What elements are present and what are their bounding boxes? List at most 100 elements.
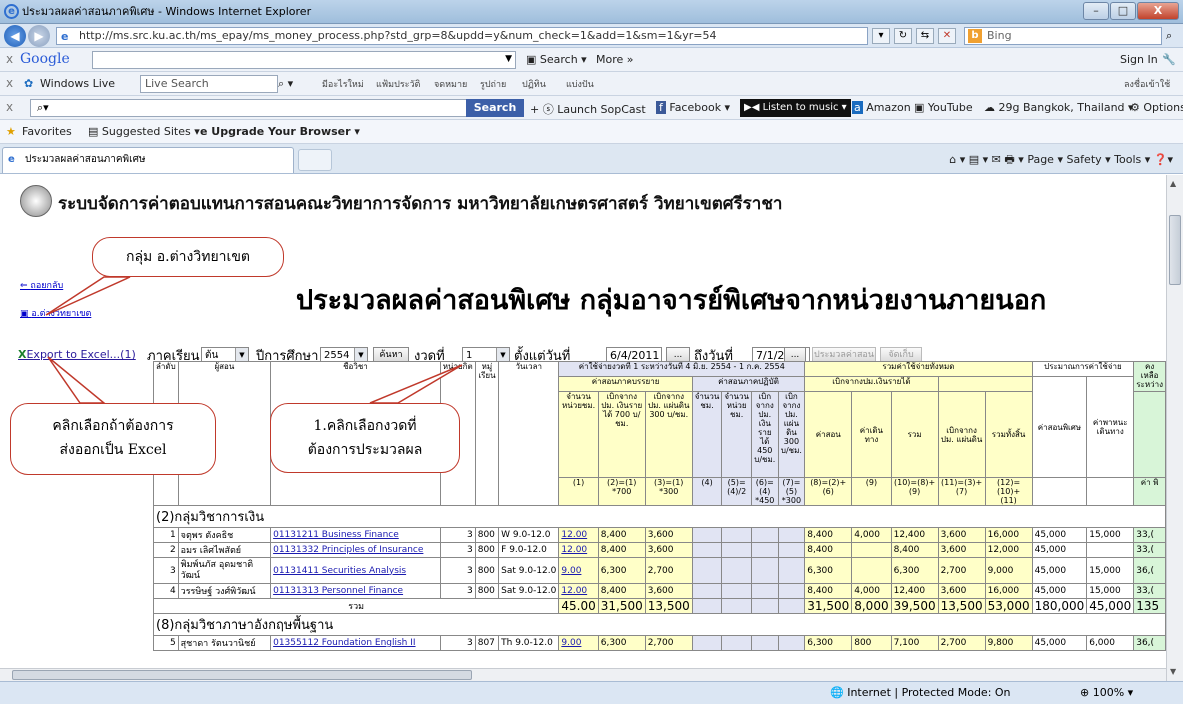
close-toolbar-icon[interactable]: x: [6, 52, 13, 66]
cell-empty: [750, 635, 779, 651]
favorites-button[interactable]: Favorites: [22, 125, 72, 138]
course-link[interactable]: 01131332 Principles of Insurance: [270, 542, 441, 558]
vertical-scrollbar[interactable]: ▲ ▼: [1166, 175, 1183, 681]
back-button[interactable]: ◀: [4, 25, 26, 47]
hours-link[interactable]: 12.00: [558, 583, 599, 599]
course-link[interactable]: 01131411 Securities Analysis: [270, 557, 441, 584]
formula-7: (7)=(5) *300: [777, 477, 806, 506]
live-signin-button[interactable]: ลงชื่อเข้าใช้: [1124, 77, 1170, 91]
google-search-input[interactable]: ▼: [92, 51, 516, 69]
course-link[interactable]: 01355112 Foundation English II: [270, 635, 441, 651]
cell-land: 3,600: [644, 583, 693, 599]
cell-empty: [750, 583, 779, 599]
zoom-control[interactable]: ⊕ 100% ▾: [1080, 682, 1133, 704]
compat-view-icon[interactable]: ▾: [872, 28, 890, 44]
close-toolbar-icon[interactable]: x: [6, 76, 13, 90]
google-toolbar: x Google ▼ ▣ Search ▾ More » Sign In 🔧: [0, 48, 1183, 72]
facebook-link[interactable]: f Facebook ▾: [656, 101, 730, 114]
url-input[interactable]: e http://ms.src.ku.ac.th/ms_epay/ms_money…: [56, 27, 868, 45]
google-search-button[interactable]: ▣ Search ▾: [526, 53, 587, 66]
course-link[interactable]: 01131313 Personnel Finance: [270, 583, 441, 599]
col-header-time: วันเวลา: [498, 361, 560, 506]
maximize-button[interactable]: □: [1110, 2, 1136, 20]
col-header-c14: ค่าพาหนะเดินทาง: [1086, 376, 1135, 478]
formula-15: ค่า พิ: [1133, 477, 1166, 506]
forward-button[interactable]: ▶: [28, 25, 50, 47]
search-button-label: ค้นหา: [379, 350, 403, 360]
scroll-down-icon[interactable]: ▼: [1170, 667, 1176, 676]
cell-est2: 15,000: [1086, 527, 1135, 543]
page-content: ระบบจัดการค่าตอบแทนการสอนคณะวิทยาการจัดก…: [0, 175, 1166, 681]
cell-teach: 8,400: [804, 542, 853, 558]
stop-icon[interactable]: ✕: [938, 28, 956, 44]
cell-travel: [851, 557, 892, 584]
scroll-up-icon[interactable]: ▲: [1170, 179, 1176, 188]
ask-search-button[interactable]: Search: [466, 99, 524, 117]
cell-travel: 4,000: [851, 527, 892, 543]
col-header-c15: [1133, 391, 1166, 478]
live-link[interactable]: มีอะไรใหม่: [322, 77, 364, 91]
semester-value: ต้น: [205, 350, 219, 361]
new-tab-button[interactable]: [298, 149, 332, 171]
cell-land: 2,700: [644, 635, 693, 651]
course-link[interactable]: 01131211 Business Finance: [270, 527, 441, 543]
live-search-input[interactable]: Live Search: [140, 75, 278, 93]
table-row: 3 พิมพ์นภัส อุดมชาติวัฒน์ 01131411 Secur…: [153, 557, 1166, 584]
group-link[interactable]: ▣ อ.ต่างวิทยาเขต: [20, 306, 91, 320]
sign-in-button[interactable]: Sign In: [1120, 53, 1158, 66]
back-link[interactable]: ⇐ ถอยกลับ: [20, 278, 63, 292]
cell-empty: [750, 598, 779, 614]
options-label: Options: [1143, 101, 1183, 114]
hours-link[interactable]: 12.00: [558, 527, 599, 543]
window-titlebar: e ประมวลผลค่าสอนภาคพิเศษ - Windows Inter…: [0, 0, 1183, 24]
more-button[interactable]: More »: [596, 53, 634, 66]
ask-toolbar: x ⌕▾ Search + ⓢ Launch SopCast f Faceboo…: [0, 96, 1183, 120]
live-link[interactable]: ปฏิทิน: [522, 77, 546, 91]
live-link[interactable]: แฟ้มประวัติ: [376, 77, 420, 91]
horizontal-scrollbar[interactable]: [0, 668, 1166, 681]
refresh-icon[interactable]: ↻: [894, 28, 912, 44]
amazon-link[interactable]: a Amazon: [852, 101, 911, 114]
hours-link[interactable]: 9.00: [558, 557, 599, 584]
live-link[interactable]: จดหมาย: [434, 77, 467, 91]
cell-no: 2: [153, 542, 179, 558]
total-hours: 45.00: [558, 598, 599, 614]
close-button[interactable]: X: [1137, 2, 1179, 20]
security-zone[interactable]: 🌐 Internet | Protected Mode: On: [830, 682, 1011, 704]
facebook-label: Facebook: [669, 101, 722, 114]
cell-empty: [721, 557, 752, 584]
col-header-section: หมู่เรียน: [474, 361, 500, 506]
cell-total: 9,800: [984, 635, 1033, 651]
suggested-sites-link[interactable]: ▤ Suggested Sites ▾: [88, 125, 200, 138]
live-link[interactable]: รูปถ่าย: [480, 77, 506, 91]
options-link[interactable]: ⚙ Options ▾: [1130, 101, 1183, 114]
cell-est1: 45,000: [1031, 635, 1088, 651]
listen-music-button[interactable]: ▶◀ Listen to music ▾: [740, 99, 851, 117]
weather-link[interactable]: ☁ 29g Bangkok, Thailand ▾: [984, 101, 1134, 114]
wrench-icon[interactable]: 🔧: [1162, 53, 1176, 66]
ask-search-input[interactable]: ⌕▾: [30, 99, 524, 117]
total-teach: 31,500: [804, 598, 853, 614]
close-toolbar-icon[interactable]: x: [6, 100, 13, 114]
col-header-lecture: ค่าสอนภาคบรรยาย: [558, 376, 693, 392]
formula-1: (1): [558, 477, 599, 506]
weather-label: 29g Bangkok, Thailand: [998, 101, 1125, 114]
command-bar-menus[interactable]: Page ▾ Safety ▾ Tools ▾: [1027, 153, 1150, 166]
search-go-icon[interactable]: ⌕: [1166, 29, 1172, 43]
upgrade-browser-link[interactable]: e Upgrade Your Browser ▾: [200, 125, 360, 138]
minimize-button[interactable]: –: [1083, 2, 1109, 20]
scrollbar-thumb[interactable]: [1169, 215, 1181, 285]
youtube-link[interactable]: ▣ YouTube: [914, 101, 973, 114]
hours-link[interactable]: 12.00: [558, 542, 599, 558]
live-search-button[interactable]: ⌕ ▾: [278, 77, 293, 91]
launch-sopcast-link[interactable]: + ⓢ Launch SopCast: [530, 101, 646, 117]
cell-teacher: วรรษิษฐ์ วงศ์พิวัฒน์: [177, 583, 272, 599]
total-row: รวม 45.00 31,500 13,500 31,500 8,000 39,…: [152, 598, 1166, 614]
export-excel-link[interactable]: XExport to Excel...(1): [18, 348, 136, 361]
bing-search-input[interactable]: b Bing: [964, 27, 1162, 45]
tab-active[interactable]: e ประมวลผลค่าสอนภาคพิเศษ: [2, 147, 294, 173]
refresh-arrows-icon[interactable]: ⇆: [916, 28, 934, 44]
hours-link[interactable]: 9.00: [558, 635, 599, 651]
scrollbar-thumb[interactable]: [12, 670, 472, 680]
live-link[interactable]: แบ่งปัน: [566, 77, 594, 91]
